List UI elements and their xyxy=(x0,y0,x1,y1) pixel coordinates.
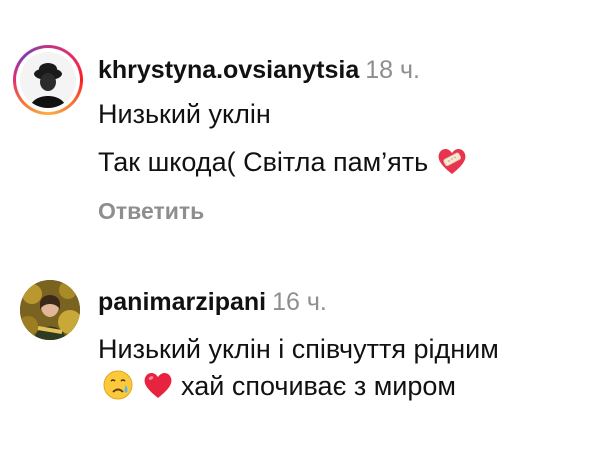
avatar-photo-icon xyxy=(20,280,80,340)
comment-timestamp: 18 ч. xyxy=(365,56,420,84)
comment-text: Низький уклін і співчуття рідним хай спо… xyxy=(98,331,528,405)
comment-timestamp: 16 ч. xyxy=(272,288,327,316)
username-link[interactable]: khrystyna.ovsianytsia xyxy=(98,56,359,84)
red-heart-icon xyxy=(144,372,171,398)
comment-text-part: Низький уклін і співчуття рідним xyxy=(98,334,499,364)
comment-text-line: Так шкода( Світла пам’ять xyxy=(98,144,468,181)
avatar-ring-gap xyxy=(16,48,80,112)
comment-text-part: хай спочиває з миром xyxy=(181,371,456,401)
username-link[interactable]: panimarzipani xyxy=(98,288,266,316)
avatar xyxy=(20,52,76,108)
story-ring-avatar[interactable] xyxy=(13,45,83,115)
mending-heart-icon xyxy=(438,148,466,174)
comment-text: Так шкода( Світла пам’ять xyxy=(98,147,429,177)
crying-face-icon xyxy=(103,370,133,400)
comment-item: khrystyna.ovsianytsia 18 ч. Низький уклін… xyxy=(0,0,600,240)
comment-header: khrystyna.ovsianytsia 18 ч. xyxy=(98,55,420,85)
comment-item: panimarzipani 16 ч. Низький уклін і співч… xyxy=(0,255,600,450)
avatar-photo-icon xyxy=(20,52,76,108)
comment-text-line: Низький уклін xyxy=(98,99,271,129)
reply-button[interactable]: Ответить xyxy=(98,196,204,226)
avatar[interactable] xyxy=(20,280,80,340)
comment-header: panimarzipani 16 ч. xyxy=(98,287,327,317)
